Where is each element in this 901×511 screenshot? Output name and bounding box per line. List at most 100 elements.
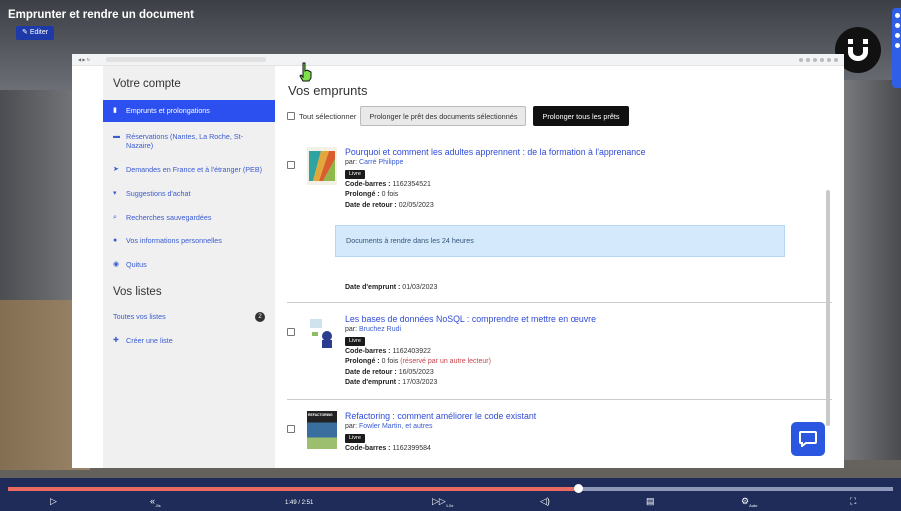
barcode-label: Code-barres : — [345, 347, 391, 355]
reserved-warning: (réservé par un autre lecteur) — [400, 358, 491, 366]
chat-button[interactable] — [791, 422, 825, 456]
extend-selected-button[interactable]: Prolonger le prêt des documents sélectio… — [360, 106, 527, 126]
rewind-label: -5s — [155, 502, 161, 508]
brand-logo-icon — [848, 39, 868, 61]
sidebar-item-label: Créer une liste — [126, 335, 173, 345]
return-date-label: Date de retour : — [345, 368, 397, 376]
extension-icon[interactable] — [827, 57, 831, 62]
sidebar-item-quitus[interactable]: ◉ Quitus — [103, 256, 275, 274]
loan-date-label: Date d'emprunt : — [345, 284, 401, 292]
reload-icon[interactable]: ↻ — [87, 57, 90, 62]
author-link[interactable]: Bruchez Rudi — [359, 326, 401, 333]
page-scrollbar[interactable] — [826, 190, 830, 426]
video-player-controls: ▷ «-5s 1:49 / 2:51 ▷▷1.0x ◁) ▤ ⚙Auto ⛶ — [0, 478, 901, 511]
due-soon-alert: Documents à rendre dans les 24 heures — [335, 225, 785, 258]
barcode-value: 1162403922 — [392, 347, 431, 355]
book-icon: ▮ — [113, 107, 117, 114]
book-cover-image: REFACTORING — [307, 410, 337, 449]
extended-value: 0 fois — [381, 358, 399, 366]
document-title-link[interactable]: Les bases de données NoSQL : comprendre … — [345, 313, 795, 325]
author-prefix: par: — [345, 159, 358, 166]
extension-icon[interactable] — [834, 57, 838, 62]
loan-checkbox[interactable] — [287, 424, 295, 433]
edit-label: Editer — [29, 29, 49, 36]
author-link[interactable]: Fowler Martin, et autres — [359, 423, 433, 430]
forward-icon[interactable]: ▶ — [82, 57, 85, 62]
rewind-button[interactable]: «-5s — [150, 496, 161, 508]
document-title-link[interactable]: Pourquoi et comment les adultes apprenne… — [345, 146, 795, 158]
video-progress-knob[interactable] — [573, 484, 583, 493]
user-icon: ● — [113, 237, 118, 245]
speed-button[interactable]: ▷▷1.0x — [432, 496, 453, 508]
extended-value: 0 fois — [381, 191, 399, 199]
search-icon: ⌕ — [113, 213, 117, 221]
sidebar-item-interlibrary[interactable]: ➤ Demandes en France et à l'étranger (PE… — [103, 161, 275, 179]
barcode-value: 1162399584 — [392, 444, 431, 452]
sidebar-item-suggestions[interactable]: ▾ Suggestions d'achat — [103, 185, 275, 203]
volume-icon[interactable]: ◁) — [540, 496, 550, 507]
back-icon[interactable]: ◀ — [78, 57, 81, 62]
account-heading: Votre compte — [113, 78, 181, 90]
extension-icon[interactable] — [813, 57, 817, 62]
tool-dot-icon[interactable] — [895, 13, 900, 18]
sidebar-item-create-list[interactable]: ✚ Créer une liste — [103, 332, 275, 350]
eye-icon: ◉ — [113, 261, 120, 269]
tool-dot-icon[interactable] — [895, 43, 900, 48]
loan-item: Pourquoi et comment les adultes apprenne… — [287, 136, 832, 303]
subtitles-icon[interactable]: ▤ — [646, 496, 655, 507]
sidebar-item-reservations[interactable]: ▬ Réservations (Nantes, La Roche, St-Naz… — [103, 128, 275, 155]
document-type-badge: Livre — [345, 433, 365, 443]
speed-label: 1.0x — [445, 502, 454, 508]
author-prefix: par: — [345, 325, 358, 333]
author-prefix: par: — [345, 422, 358, 430]
loans-toolbar: Tout sélectionner Prolonger le prêt des … — [287, 106, 832, 126]
loan-date-label: Date d'emprunt : — [345, 379, 401, 387]
address-bar[interactable] — [106, 57, 267, 62]
settings-button[interactable]: ⚙Auto — [741, 496, 757, 508]
account-sidebar: Votre compte ▮ Emprunts et prolongations… — [103, 66, 275, 468]
document-type-badge: Livre — [345, 336, 365, 346]
document-type-badge: Livre — [345, 169, 365, 179]
loan-checkbox[interactable] — [287, 161, 295, 169]
tool-dot-icon[interactable] — [895, 23, 900, 28]
sidebar-item-personal-info[interactable]: ● Vos informations personnelles — [103, 232, 275, 250]
lists-count-badge: 2 — [255, 311, 265, 322]
sidebar-item-label: Quitus — [126, 260, 147, 270]
quality-label: Auto — [749, 502, 758, 508]
sidebar-item-label: Suggestions d'achat — [126, 188, 191, 198]
select-all-label[interactable]: Tout sélectionner — [299, 112, 356, 121]
barcode-label: Code-barres : — [345, 180, 391, 188]
sidebar-item-label: Demandes en France et à l'étranger (PEB) — [126, 165, 263, 175]
book-cover-image — [307, 313, 337, 352]
select-all-checkbox[interactable] — [287, 112, 295, 120]
sidebar-item-label: Réservations (Nantes, La Roche, St-Nazai… — [126, 131, 244, 151]
loan-checkbox[interactable] — [287, 327, 295, 336]
book-cover-image — [307, 147, 337, 185]
side-tools-rail[interactable] — [892, 8, 901, 88]
sidebar-item-loans[interactable]: ▮ Emprunts et prolongations — [103, 100, 275, 122]
extend-all-button[interactable]: Prolonger tous les prêts — [533, 106, 629, 126]
time-display: 1:49 / 2:51 — [285, 500, 314, 506]
return-date-label: Date de retour : — [345, 201, 397, 209]
extension-icon[interactable] — [799, 57, 803, 62]
edit-button[interactable]: ✎ Editer — [16, 26, 55, 40]
barcode-label: Code-barres : — [345, 444, 391, 452]
document-title-link[interactable]: Refactoring : comment améliorer le code … — [345, 410, 795, 422]
play-icon[interactable]: ▷ — [50, 496, 57, 507]
sidebar-item-all-lists[interactable]: Toutes vos listes 2 — [103, 308, 275, 326]
loan-details: Les bases de données NoSQL : comprendre … — [345, 313, 795, 399]
browser-window: ◀ ▶ ↻ Votre compte ▮ Emprunts et prolong… — [72, 54, 844, 468]
extension-icon[interactable] — [806, 57, 810, 62]
tool-dot-icon[interactable] — [895, 33, 900, 38]
video-title: Emprunter et rendre un document — [8, 9, 194, 21]
browser-toolbar: ◀ ▶ ↻ — [72, 54, 844, 66]
sidebar-item-saved-searches[interactable]: ⌕ Recherches sauvegardées — [103, 209, 275, 227]
page-title: Vos emprunts — [288, 83, 368, 98]
chat-bubble-icon — [799, 431, 817, 447]
loan-item: Les bases de données NoSQL : comprendre … — [287, 303, 832, 400]
extended-label: Prolongé : — [345, 358, 380, 366]
fullscreen-icon[interactable]: ⛶ — [850, 496, 856, 507]
author-link[interactable]: Carré Philippe — [359, 159, 403, 166]
extension-icon[interactable] — [820, 57, 824, 62]
briefcase-icon: ▬ — [113, 132, 120, 140]
